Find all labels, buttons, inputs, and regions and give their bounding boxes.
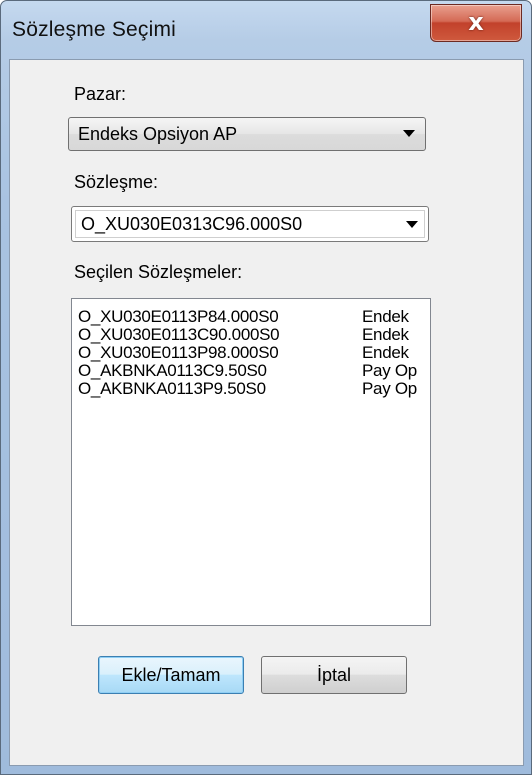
list-item[interactable]: O_AKBNKA0113C9.50S0 Pay Op xyxy=(78,361,430,380)
title-bar[interactable]: Sözleşme Seçimi x xyxy=(1,1,531,59)
contract-dropdown-value: O_XU030E0313C96.000S0 xyxy=(81,214,303,234)
contract-code: O_XU030E0113P98.000S0 xyxy=(78,343,279,362)
contract-code: O_AKBNKA0113P9.50S0 xyxy=(78,379,266,398)
market-dropdown-value: Endeks Opsiyon AP xyxy=(78,124,238,144)
contract-code: O_XU030E0113P84.000S0 xyxy=(78,307,279,326)
list-item[interactable]: O_XU030E0113P98.000S0 Endek xyxy=(78,343,430,362)
market-label: Pazar: xyxy=(74,84,127,104)
contract-type: Endek xyxy=(362,325,409,344)
list-item[interactable]: O_AKBNKA0113P9.50S0 Pay Op xyxy=(78,379,430,398)
contract-type: Pay Op xyxy=(362,361,417,380)
contract-type: Endek xyxy=(362,307,409,326)
chevron-down-icon xyxy=(403,130,415,137)
list-item[interactable]: O_XU030E0113P84.000S0 Endek xyxy=(78,307,430,326)
contract-dropdown[interactable]: O_XU030E0313C96.000S0 xyxy=(71,206,429,242)
dialog-client-area: Pazar: Endeks Opsiyon AP Sözleşme: O_XU0… xyxy=(9,59,524,766)
market-dropdown[interactable]: Endeks Opsiyon AP xyxy=(68,117,426,151)
chevron-down-icon xyxy=(406,221,418,228)
contract-type: Endek xyxy=(362,343,409,362)
contract-type: Pay Op xyxy=(362,379,417,398)
selected-contracts-label: Seçilen Sözleşmeler: xyxy=(74,262,243,282)
contract-code: O_XU030E0113C90.000S0 xyxy=(78,325,280,344)
add-ok-button[interactable]: Ekle/Tamam xyxy=(98,656,244,694)
close-icon: x xyxy=(468,8,484,36)
contract-label: Sözleşme: xyxy=(74,172,159,192)
close-button[interactable]: x xyxy=(430,4,522,42)
dialog-window: Sözleşme Seçimi x Pazar: Endeks Opsiyon … xyxy=(0,0,532,775)
window-title: Sözleşme Seçimi xyxy=(12,18,177,41)
selected-contracts-list[interactable]: O_XU030E0113P84.000S0 Endek O_XU030E0113… xyxy=(71,298,431,626)
cancel-button[interactable]: İptal xyxy=(261,656,407,694)
list-item[interactable]: O_XU030E0113C90.000S0 Endek xyxy=(78,325,430,344)
contract-code: O_AKBNKA0113C9.50S0 xyxy=(78,361,267,380)
